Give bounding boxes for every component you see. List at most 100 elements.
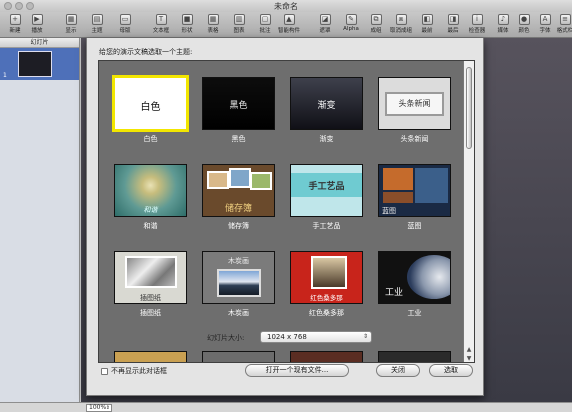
zoom-value: 100% (89, 404, 107, 411)
theme-thumbnail[interactable]: 蓝图 (378, 164, 451, 217)
toolbar-button-label: 显示 (65, 28, 77, 34)
scroll-down-arrow-icon[interactable]: ▼ (466, 356, 472, 362)
theme-prompt: 给您的演示文稿选取一个主题: (99, 48, 193, 56)
toolbar-button-shapes[interactable]: ■ 形状 (174, 14, 200, 37)
toolbar-button-label: 播放 (31, 28, 43, 34)
theme-caption[interactable]: 黑色 (202, 134, 275, 144)
toolbar-button-mask[interactable]: ◪ 遮罩 (312, 14, 338, 37)
theme-thumbnail[interactable]: 工业 (378, 251, 451, 304)
toolbar-button-label: 检查器 (468, 28, 486, 34)
toolbar-button-label: 最前 (421, 28, 433, 34)
theme-thumbnail[interactable]: 头条新闻 (378, 77, 451, 130)
toolbar-button-label: 取消成组 (389, 28, 412, 34)
play-icon: ▶ (31, 14, 43, 25)
theme-thumbnail-title: 白色 (140, 102, 161, 113)
masters-icon: ▭ (119, 14, 131, 25)
keynote-window: 未命名 + 新建 ▶ 播放 ▦ 显示 ▤ 主题 ▭ 母版 T 文本框 ■ 形状 ▦ 表格 ▥ 图表 ▢ 批注 ▲ 智能构件… (0, 0, 572, 412)
choose-button[interactable]: 选取 (429, 364, 473, 377)
theme-caption[interactable]: 渐变 (290, 134, 363, 144)
theme-caption[interactable]: 蓝图 (378, 221, 451, 231)
inspector-icon: i (471, 14, 483, 25)
toolbar-button-label: Alpha (343, 26, 359, 32)
photo-frame (229, 168, 251, 188)
toolbar-button-comment[interactable]: ▢ 批注 (252, 14, 278, 37)
theme-thumbnail-partial[interactable] (290, 351, 363, 362)
toolbar: + 新建 ▶ 播放 ▦ 显示 ▤ 主题 ▭ 母版 T 文本框 ■ 形状 ▦ 表格 ▥ 图表 ▢ 批注 ▲ 智能构件 ◪ 遮罩 ✎… (0, 12, 572, 38)
theme-thumbnail[interactable]: 储存簿 (202, 164, 275, 217)
blueprint-photo (383, 168, 413, 190)
theme-caption[interactable]: 储存簿 (202, 221, 275, 231)
table-icon: ▦ (207, 14, 219, 25)
scrollbar-knob[interactable] (466, 67, 472, 149)
photo-frame (250, 172, 272, 190)
toolbar-button-format-bar[interactable]: ≡ 格式栏 (552, 14, 572, 37)
view-icon: ▦ (65, 14, 77, 25)
theme-grid-scrollbar[interactable]: ▲ ▼ (463, 61, 474, 362)
theme-thumbnail-title: 渐变 (317, 101, 336, 111)
dont-show-checkbox[interactable] (101, 367, 108, 375)
theme-thumbnail-partial[interactable] (202, 351, 275, 362)
theme-thumbnail[interactable]: 木炭画 (202, 251, 275, 304)
theme-thumbnail-title: 手工艺品 (308, 182, 345, 192)
theme-caption[interactable]: 和谐 (114, 221, 187, 231)
format-bar-icon: ≡ (559, 14, 571, 25)
title-bar: 未命名 (0, 0, 572, 12)
theme-thumbnail[interactable]: 手工艺品 (290, 164, 363, 217)
close-button[interactable]: 关闭 (376, 364, 420, 377)
group-icon: ⧉ (370, 14, 382, 25)
toolbar-button-label: 母版 (119, 28, 131, 34)
toolbar-button-alpha[interactable]: ✎ Alpha (338, 14, 364, 37)
slide-size-value: 1024 x 768 (267, 333, 307, 341)
theme-thumbnail[interactable]: 插图纸 (114, 251, 187, 304)
toolbar-button-label: 表格 (207, 28, 219, 34)
theme-thumbnail-title: 木炭画 (228, 257, 249, 265)
theme-caption[interactable]: 工业 (378, 308, 451, 318)
toolbar-button-label: 形状 (181, 28, 193, 34)
theme-thumbnail[interactable]: 黑色 (202, 77, 275, 130)
slide-thumbnail[interactable] (18, 51, 52, 77)
slide-row-selected[interactable]: 1 (0, 48, 79, 80)
theme-thumbnail-partial[interactable] (378, 351, 451, 362)
theme-caption[interactable]: 手工艺品 (290, 221, 363, 231)
toolbar-button-inspector[interactable]: i 检查器 (464, 14, 490, 37)
theme-thumbnail[interactable]: 红色桑多那 (290, 251, 363, 304)
select-arrows-icon: ⇕ (362, 333, 368, 340)
toolbar-button-back[interactable]: ◨ 最后 (440, 14, 466, 37)
open-existing-file-button[interactable]: 打开一个现有文件... (245, 364, 349, 377)
slide-size-label: 幻灯片大小: (207, 334, 245, 342)
dont-show-option[interactable]: 不再显示此对话框 (101, 366, 167, 376)
theme-thumbnail-title: 插图纸 (140, 294, 161, 302)
slide-navigator: 幻灯片 1 (0, 38, 80, 402)
scroll-up-arrow-icon[interactable]: ▲ (466, 347, 472, 353)
status-bar: 100% ⇕ (0, 402, 572, 412)
toolbar-button-chart[interactable]: ▥ 图表 (226, 14, 252, 37)
theme-thumbnail[interactable]: 白色 (112, 75, 189, 132)
theme-chooser-dialog: 给您的演示文稿选取一个主题: ▲ ▼ 白色 白色 黑色 黑色 渐变 渐变 头条新闻 头条新闻和… (86, 38, 484, 396)
slide-size-select[interactable]: 1024 x 768 ⇕ (260, 331, 372, 343)
zoom-select[interactable]: 100% ⇕ (86, 404, 112, 412)
toolbar-button-label: 主题 (91, 28, 103, 34)
theme-caption[interactable]: 红色桑多那 (290, 308, 363, 318)
toolbar-button-play[interactable]: ▶ 播放 (24, 14, 50, 37)
toolbar-button-masters[interactable]: ▭ 母版 (112, 14, 138, 37)
toolbar-button-group[interactable]: ⧉ 成组 (363, 14, 389, 37)
toolbar-button-view[interactable]: ▦ 显示 (58, 14, 84, 37)
slide-number: 1 (3, 72, 7, 79)
theme-caption[interactable]: 白色 (114, 134, 187, 144)
theme-thumbnail[interactable]: 渐变 (290, 77, 363, 130)
theme-caption[interactable]: 插图纸 (114, 308, 187, 318)
toolbar-button-front[interactable]: ◧ 最前 (414, 14, 440, 37)
toolbar-button-table[interactable]: ▦ 表格 (200, 14, 226, 37)
theme-thumbnail[interactable]: 和谐 (114, 164, 187, 217)
dont-show-label: 不再显示此对话框 (111, 367, 167, 375)
comment-icon: ▢ (259, 14, 271, 25)
toolbar-button-themes[interactable]: ▤ 主题 (84, 14, 110, 37)
smart-builds-icon: ▲ (283, 14, 295, 25)
themes-icon: ▤ (91, 14, 103, 25)
toolbar-button-smart-builds[interactable]: ▲ 智能构件 (276, 14, 302, 37)
toolbar-button-ungroup[interactable]: ⧈ 取消成组 (388, 14, 414, 37)
theme-caption[interactable]: 头条新闻 (378, 134, 451, 144)
toolbar-button-textbox[interactable]: T 文本框 (148, 14, 174, 37)
theme-thumbnail-partial[interactable] (114, 351, 187, 362)
theme-caption[interactable]: 木炭画 (202, 308, 275, 318)
